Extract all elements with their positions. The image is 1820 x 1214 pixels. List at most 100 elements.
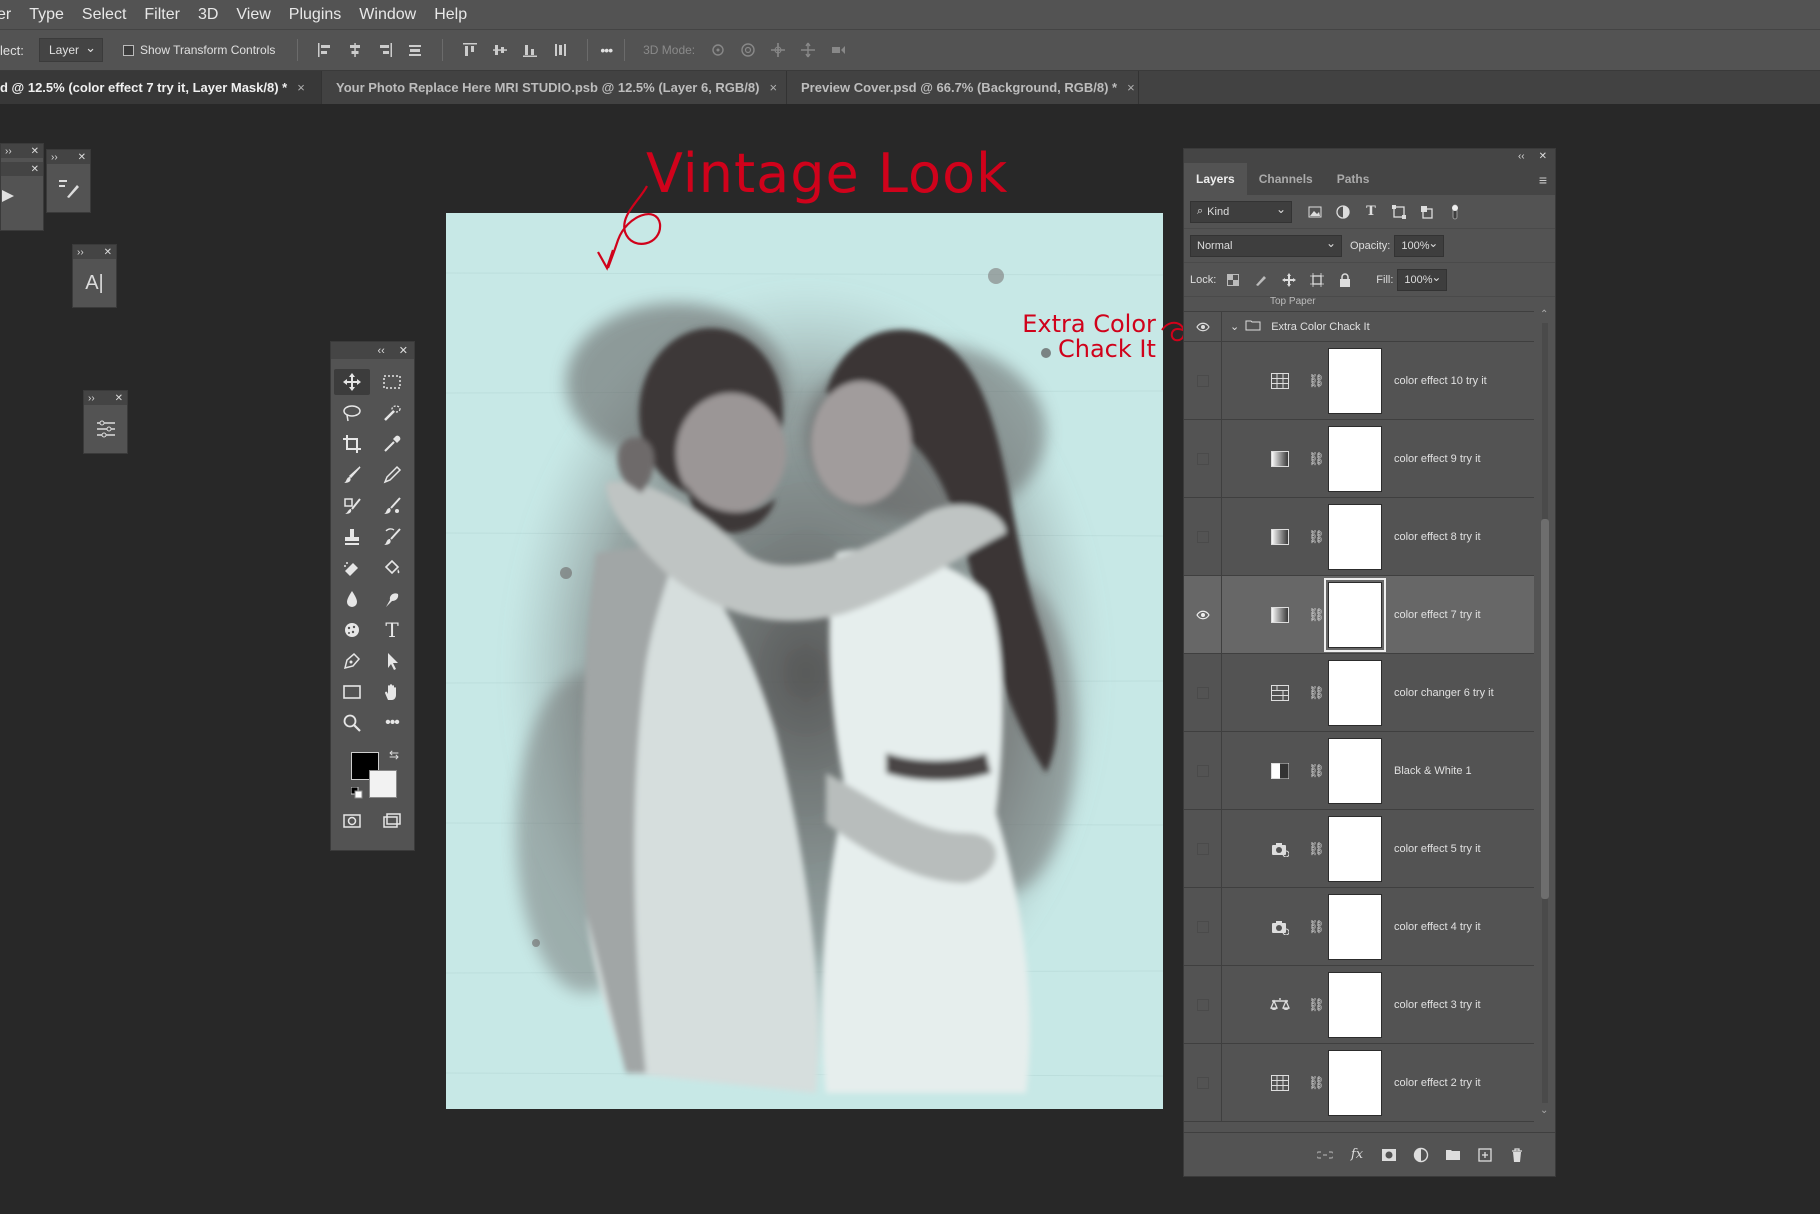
- play-icon[interactable]: [1, 176, 43, 216]
- menu-view[interactable]: View: [227, 6, 279, 24]
- type-filter-icon[interactable]: T: [1362, 203, 1380, 221]
- layer-row[interactable]: ⛓ color changer 6 try it: [1184, 654, 1534, 732]
- link-icon[interactable]: ⛓: [1308, 451, 1325, 467]
- layer-mask-thumbnail[interactable]: [1328, 893, 1382, 960]
- character-icon[interactable]: A|: [73, 259, 116, 307]
- background-color-swatch[interactable]: [369, 770, 397, 798]
- smart-object-filter-icon[interactable]: [1418, 203, 1436, 221]
- visibility-toggle[interactable]: [1184, 810, 1222, 887]
- folder-icon[interactable]: [1443, 1145, 1463, 1165]
- clone-stamp-tool-icon[interactable]: [334, 524, 370, 550]
- trash-icon[interactable]: [1507, 1145, 1527, 1165]
- collapse-icon[interactable]: ‹‹: [1518, 151, 1525, 162]
- link-icon[interactable]: ⛓: [1308, 997, 1325, 1013]
- show-transform-checkbox[interactable]: [123, 44, 134, 56]
- visibility-toggle[interactable]: [1184, 732, 1222, 809]
- close-icon[interactable]: ✕: [115, 393, 123, 404]
- fill-field[interactable]: 100%: [1397, 268, 1448, 291]
- adjustment-filter-icon[interactable]: [1334, 203, 1352, 221]
- close-icon[interactable]: ✕: [104, 247, 112, 258]
- screen-mode-icon[interactable]: [374, 808, 410, 834]
- close-icon[interactable]: ×: [297, 80, 305, 95]
- adjustment-layer-icon[interactable]: [1411, 1145, 1431, 1165]
- scale-3d-icon[interactable]: [829, 41, 847, 59]
- collapse-icon[interactable]: ‹‹: [377, 345, 384, 357]
- blend-mode-dropdown[interactable]: Normal: [1190, 234, 1342, 257]
- paint-bucket-tool-icon[interactable]: [374, 555, 410, 581]
- layer-mask-thumbnail[interactable]: [1324, 577, 1386, 652]
- chevron-down-icon[interactable]: ⌄: [1540, 1105, 1548, 1116]
- tab-layers[interactable]: Layers: [1184, 163, 1247, 195]
- scroll-thumb[interactable]: [1541, 519, 1549, 899]
- brush-settings-icon[interactable]: [47, 164, 90, 212]
- layer-row[interactable]: ⛓ color effect 2 try it: [1184, 1044, 1534, 1122]
- lock-pixels-icon[interactable]: [1252, 271, 1270, 289]
- layer-group-extra-color[interactable]: ⌄ Extra Color Chack It: [1184, 312, 1534, 342]
- layer-mask-thumbnail[interactable]: [1328, 737, 1382, 804]
- align-top-icon[interactable]: [461, 41, 479, 59]
- orbit-3d-icon[interactable]: [709, 41, 727, 59]
- lock-artboard-icon[interactable]: [1308, 271, 1326, 289]
- visibility-toggle[interactable]: [1184, 342, 1222, 419]
- distribute-icon[interactable]: [406, 41, 424, 59]
- lock-all-icon[interactable]: [1336, 271, 1354, 289]
- lock-position-icon[interactable]: [1280, 271, 1298, 289]
- zoom-tool-icon[interactable]: [334, 710, 370, 736]
- pan-3d-icon[interactable]: [769, 41, 787, 59]
- align-right-icon[interactable]: [376, 41, 394, 59]
- panel-menu-icon[interactable]: ≡: [1539, 172, 1547, 188]
- layer-mask-thumbnail[interactable]: [1328, 425, 1382, 492]
- opacity-field[interactable]: 100%: [1394, 234, 1445, 257]
- add-mask-icon[interactable]: [1379, 1145, 1399, 1165]
- menu-type[interactable]: Type: [20, 6, 73, 24]
- tab-current-document[interactable]: d @ 12.5% (color effect 7 try it, Layer …: [0, 71, 322, 104]
- lock-transparent-icon[interactable]: [1224, 271, 1242, 289]
- visibility-toggle[interactable]: [1184, 654, 1222, 731]
- align-bottom-icon[interactable]: [521, 41, 539, 59]
- crop-tool-icon[interactable]: [334, 431, 370, 457]
- slide-3d-icon[interactable]: [799, 41, 817, 59]
- menu-plugins[interactable]: Plugins: [280, 6, 350, 24]
- link-icon[interactable]: ⛓: [1308, 607, 1325, 623]
- menu-layer[interactable]: er: [0, 6, 20, 24]
- align-middle-icon[interactable]: [491, 41, 509, 59]
- link-icon[interactable]: ⛓: [1308, 685, 1325, 701]
- close-icon[interactable]: ✕: [399, 344, 408, 357]
- sponge-tool-icon[interactable]: [334, 617, 370, 643]
- align-center-icon[interactable]: [346, 41, 364, 59]
- smudge-tool-icon[interactable]: [374, 586, 410, 612]
- more-options-button[interactable]: •••: [600, 42, 613, 58]
- visibility-toggle[interactable]: [1184, 420, 1222, 497]
- shape-filter-icon[interactable]: [1390, 203, 1408, 221]
- visibility-toggle[interactable]: [1184, 312, 1222, 341]
- align-left-icon[interactable]: [316, 41, 334, 59]
- path-selection-tool-icon[interactable]: [374, 648, 410, 674]
- close-icon[interactable]: ✕: [31, 164, 39, 175]
- visibility-toggle[interactable]: [1184, 498, 1222, 575]
- blur-tool-icon[interactable]: [334, 586, 370, 612]
- eraser-tool-icon[interactable]: [334, 555, 370, 581]
- layer-row[interactable]: ⛓ color effect 8 try it: [1184, 498, 1534, 576]
- layer-mask-thumbnail[interactable]: [1328, 347, 1382, 414]
- move-tool-icon[interactable]: [334, 369, 370, 395]
- history-brush-tool-icon[interactable]: [374, 524, 410, 550]
- chevron-down-icon[interactable]: ⌄: [1230, 320, 1239, 333]
- layer-mask-thumbnail[interactable]: [1328, 659, 1382, 726]
- layer-group-top-paper[interactable]: Top Paper: [1184, 297, 1534, 312]
- pixel-filter-icon[interactable]: [1306, 203, 1324, 221]
- menu-help[interactable]: Help: [425, 6, 476, 24]
- healing-brush-tool-icon[interactable]: [334, 493, 370, 519]
- roll-3d-icon[interactable]: [739, 41, 757, 59]
- rectangle-tool-icon[interactable]: [334, 679, 370, 705]
- link-icon[interactable]: ⛓: [1308, 763, 1325, 779]
- link-icon[interactable]: ⛓: [1308, 841, 1325, 857]
- menu-3d[interactable]: 3D: [189, 6, 227, 24]
- tab-preview-cover[interactable]: Preview Cover.psd @ 66.7% (Background, R…: [787, 71, 1139, 104]
- layer-row[interactable]: ⛓ color effect 4 try it: [1184, 888, 1534, 966]
- menu-filter[interactable]: Filter: [135, 6, 189, 24]
- tab-photo-replace[interactable]: Your Photo Replace Here MRI STUDIO.psb @…: [322, 71, 787, 104]
- layer-row[interactable]: ⛓ color effect 9 try it: [1184, 420, 1534, 498]
- link-icon[interactable]: ⛓: [1308, 529, 1325, 545]
- link-icon[interactable]: ⛓: [1308, 919, 1325, 935]
- menu-window[interactable]: Window: [350, 6, 425, 24]
